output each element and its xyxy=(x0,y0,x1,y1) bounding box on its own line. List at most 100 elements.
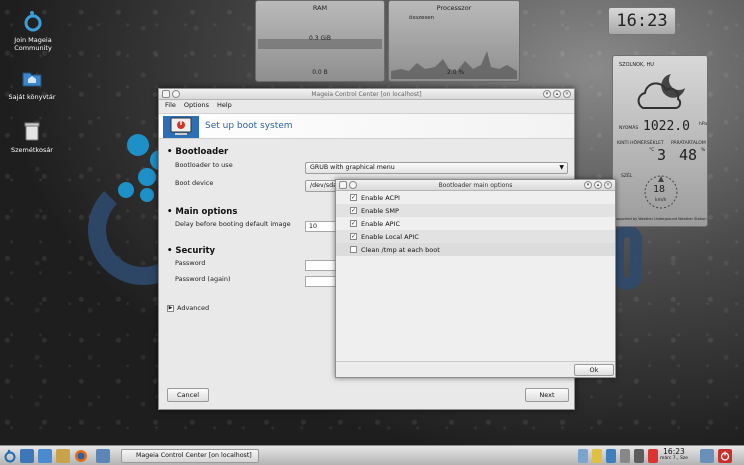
desktop-icon-join-mageia[interactable]: Join Mageia Community xyxy=(3,10,63,52)
tray-updates-icon[interactable] xyxy=(648,449,658,463)
option-label: Clean /tmp at each boot xyxy=(361,245,440,254)
cpu-widget-title: Processzor xyxy=(436,4,472,12)
humidity-unit: % xyxy=(701,148,706,153)
pressure-label: NYOMÁS xyxy=(619,126,639,131)
tray-tools-icon[interactable] xyxy=(620,449,630,463)
chevron-down-icon: ▼ xyxy=(559,164,564,171)
ok-button[interactable]: Ok xyxy=(574,364,614,376)
lock-screen-icon[interactable] xyxy=(700,449,714,463)
boot-monitor-icon xyxy=(163,116,199,138)
dialog-maximize-button[interactable]: ▴ xyxy=(594,181,602,189)
window-title: Mageia Control Center [on localhost] xyxy=(311,91,422,98)
desktop-icon-label: Saját könyvtár xyxy=(8,93,56,101)
home-folder-icon xyxy=(22,72,42,87)
dialog-titlebar[interactable]: Bootloader main options ▾ ▴ × xyxy=(336,180,615,191)
bootloader-select[interactable]: GRUB with graphical menu ▼ xyxy=(305,162,568,174)
tray-bluetooth-icon[interactable] xyxy=(606,449,616,463)
password-again-input[interactable] xyxy=(305,276,337,287)
cloud-moon-icon xyxy=(637,74,685,109)
checkbox-checked-icon[interactable]: ✓ xyxy=(350,220,357,227)
checkbox-checked-icon[interactable]: ✓ xyxy=(350,207,357,214)
menu-bar: File Options Help xyxy=(159,100,574,111)
header-banner: Set up boot system xyxy=(159,113,574,139)
ram-bottom-value: 0.0 B xyxy=(312,69,328,76)
tools-icon[interactable] xyxy=(56,449,70,463)
advanced-expander[interactable]: ▶ Advanced xyxy=(167,304,209,312)
pin-button[interactable] xyxy=(172,90,180,98)
bootloader-options-dialog: Bootloader main options ▾ ▴ × ✓ Enable A… xyxy=(335,179,616,378)
close-button[interactable]: × xyxy=(563,90,571,98)
menu-help[interactable]: Help xyxy=(217,100,232,111)
option-clean-tmp[interactable]: Clean /tmp at each boot xyxy=(336,243,615,256)
dialog-footer: Ok xyxy=(336,361,615,377)
weather-footer: Supported by Weather Underground Weather… xyxy=(613,217,707,221)
menu-options[interactable]: Options xyxy=(184,100,209,111)
cpu-total-label: összesen xyxy=(409,15,435,21)
option-label: Enable ACPI xyxy=(361,193,400,202)
password-again-label: Password (again) xyxy=(175,275,231,283)
delay-label: Delay before booting default image xyxy=(175,220,291,228)
delay-input[interactable]: 10 xyxy=(305,221,337,232)
checkbox-unchecked-icon[interactable] xyxy=(350,246,357,253)
cancel-button[interactable]: Cancel xyxy=(167,388,209,402)
wind-unit: km/h xyxy=(655,198,667,203)
logo-bubble xyxy=(127,134,149,156)
desktop-icon-label: Join Mageia Community xyxy=(14,36,52,52)
menu-file[interactable]: File xyxy=(165,100,176,111)
security-heading: • Security xyxy=(167,246,216,256)
next-button[interactable]: Next xyxy=(525,388,569,402)
mageia-menu-icon[interactable] xyxy=(3,449,17,463)
power-icon[interactable] xyxy=(718,449,732,463)
options-list: ✓ Enable ACPI ✓ Enable SMP ✓ Enable APIC… xyxy=(336,191,615,256)
tray-network-icon[interactable] xyxy=(578,449,588,463)
taskbar-clock[interactable]: 16:23 márc 7., Sze xyxy=(660,448,688,462)
taskbar-clock-date: márc 7., Sze xyxy=(660,456,688,461)
tray-notes-icon[interactable] xyxy=(592,449,602,463)
maximize-button[interactable]: ▴ xyxy=(553,90,561,98)
tray-volume-icon[interactable] xyxy=(634,449,644,463)
page-title: Set up boot system xyxy=(205,121,293,131)
firefox-icon[interactable] xyxy=(74,449,88,463)
task-label: Mageia Control Center [on localhost] xyxy=(136,452,252,459)
option-label: Enable APIC xyxy=(361,219,401,228)
show-desktop-icon[interactable] xyxy=(38,449,52,463)
desktop-switcher-icon[interactable] xyxy=(20,449,34,463)
wind-speed: 18 xyxy=(653,184,666,195)
dialog-title: Bootloader main options xyxy=(438,182,513,189)
humidity-value: 48 xyxy=(679,146,698,164)
ram-widget: RAM 0.3 GiB 0.0 B xyxy=(255,0,385,82)
option-enable-local-apic[interactable]: ✓ Enable Local APIC xyxy=(336,230,615,243)
main-options-heading: • Main options xyxy=(167,207,238,217)
pressure-unit: hPa xyxy=(699,122,708,127)
option-enable-acpi[interactable]: ✓ Enable ACPI xyxy=(336,191,615,204)
option-label: Enable SMP xyxy=(361,206,399,215)
taskbar-clock-time: 16:23 xyxy=(663,447,685,456)
password-input[interactable] xyxy=(305,260,337,271)
desktop-icon-trash[interactable]: Szemétkosár xyxy=(2,120,62,154)
pressure-value: 1022.0 xyxy=(643,119,690,134)
option-enable-apic[interactable]: ✓ Enable APIC xyxy=(336,217,615,230)
task-control-center[interactable]: Mageia Control Center [on localhost] xyxy=(121,449,259,463)
outside-temp-unit: °C xyxy=(649,148,655,153)
window-titlebar[interactable]: Mageia Control Center [on localhost] ▾ ▴… xyxy=(159,89,574,100)
minimize-button[interactable]: ▾ xyxy=(543,90,551,98)
mageia-logo-letter xyxy=(612,225,642,290)
expand-arrow-icon: ▶ xyxy=(167,304,174,312)
control-center-launcher-icon[interactable] xyxy=(96,449,110,463)
dialog-menu-button[interactable] xyxy=(339,181,347,189)
weather-widget: SZOLNOK, HU NYOMÁS 1022.0 hPa KINTI HŐMÉ… xyxy=(612,55,708,227)
password-label: Password xyxy=(175,259,206,267)
option-enable-smp[interactable]: ✓ Enable SMP xyxy=(336,204,615,217)
mageia-icon xyxy=(24,11,42,32)
desktop-clock: 16:23 xyxy=(608,7,676,35)
dialog-pin-button[interactable] xyxy=(349,181,357,189)
checkbox-checked-icon[interactable]: ✓ xyxy=(350,194,357,201)
dialog-minimize-button[interactable]: ▾ xyxy=(584,181,592,189)
ram-top-value: 0.3 GiB xyxy=(309,35,331,42)
dialog-close-button[interactable]: × xyxy=(604,181,612,189)
bootloader-heading: • Bootloader xyxy=(167,147,229,157)
checkbox-checked-icon[interactable]: ✓ xyxy=(350,233,357,240)
desktop-icon-home-folder[interactable]: Saját könyvtár xyxy=(2,67,62,101)
desktop-icon-label: Szemétkosár xyxy=(11,146,53,154)
window-menu-button[interactable] xyxy=(162,90,170,98)
